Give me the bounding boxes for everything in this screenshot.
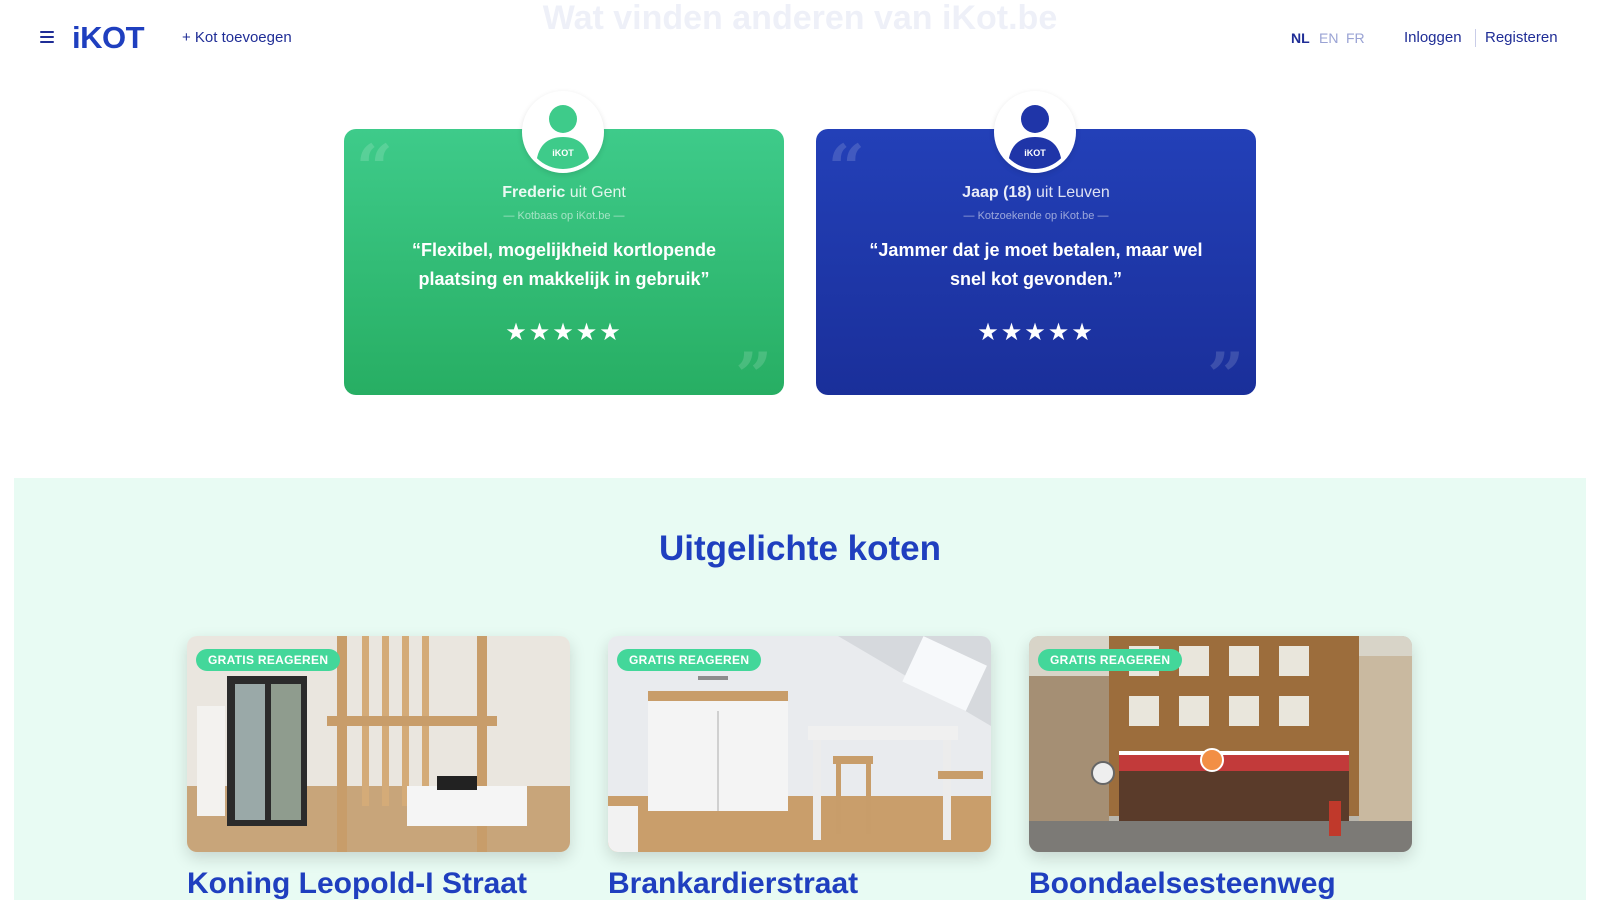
- language-en[interactable]: EN: [1319, 28, 1338, 48]
- listing-card-2[interactable]: GRATIS REAGEREN: [608, 636, 991, 852]
- free-reply-badge: GRATIS REAGEREN: [196, 649, 341, 671]
- hamburger-icon[interactable]: [40, 31, 54, 43]
- ikot-logo[interactable]: iKOT: [72, 18, 145, 58]
- register-link[interactable]: Registeren: [1485, 28, 1558, 48]
- user-avatar-icon: iKOT: [1008, 105, 1062, 169]
- user-avatar-icon: iKOT: [536, 105, 590, 169]
- testimonial-quote: “Jammer dat je moet betalen, maar wel sn…: [869, 240, 1203, 289]
- testimonial-card-jaap: “ iKOT Jaap (18) uit Leuven — Kotzoekend…: [816, 91, 1256, 409]
- site-header: Wat vinden anderen van iKot.be iKOT + Ko…: [0, 0, 1600, 76]
- svg-text:iKOT: iKOT: [552, 148, 574, 158]
- listing-title-2[interactable]: Brankardierstraat: [608, 866, 858, 900]
- listing-card-3[interactable]: GRATIS REAGEREN: [1029, 636, 1412, 852]
- testimonial-role: — Kotbaas op iKot.be —: [503, 210, 625, 222]
- free-reply-badge: GRATIS REAGEREN: [617, 649, 762, 671]
- listing-title-3[interactable]: Boondaelsesteenweg: [1029, 866, 1336, 900]
- listing-card-1[interactable]: GRATIS REAGEREN: [187, 636, 570, 852]
- avatar: iKOT: [522, 91, 604, 173]
- free-reply-badge: GRATIS REAGEREN: [1038, 649, 1183, 671]
- testimonial-author: Frederic uit Gent: [502, 184, 626, 201]
- star-rating: ★★★★★: [505, 319, 623, 346]
- testimonial-role: — Kotzoekende op iKot.be —: [963, 210, 1109, 222]
- testimonial-card-frederic: “ iKOT Frederic uit Gent — Kotbaas op iK…: [344, 91, 784, 409]
- header-divider: [1475, 29, 1476, 47]
- avatar: iKOT: [994, 91, 1076, 173]
- testimonial-quote: “Flexibel, mogelijkheid kortlopende plaa…: [411, 240, 717, 289]
- login-link[interactable]: Inloggen: [1404, 28, 1462, 48]
- listing-title-1[interactable]: Koning Leopold-I Straat: [187, 866, 527, 900]
- star-rating: ★★★★★: [977, 319, 1095, 346]
- language-fr[interactable]: FR: [1346, 28, 1365, 48]
- quote-close-icon: ”: [1207, 339, 1244, 414]
- testimonial-author: Jaap (18) uit Leuven: [962, 184, 1110, 201]
- svg-text:iKOT: iKOT: [1024, 148, 1046, 158]
- add-kot-link[interactable]: + Kot toevoegen: [182, 28, 292, 48]
- language-nl[interactable]: NL: [1291, 28, 1310, 48]
- featured-title: Uitgelichte koten: [659, 529, 941, 568]
- quote-close-icon: ”: [735, 339, 772, 414]
